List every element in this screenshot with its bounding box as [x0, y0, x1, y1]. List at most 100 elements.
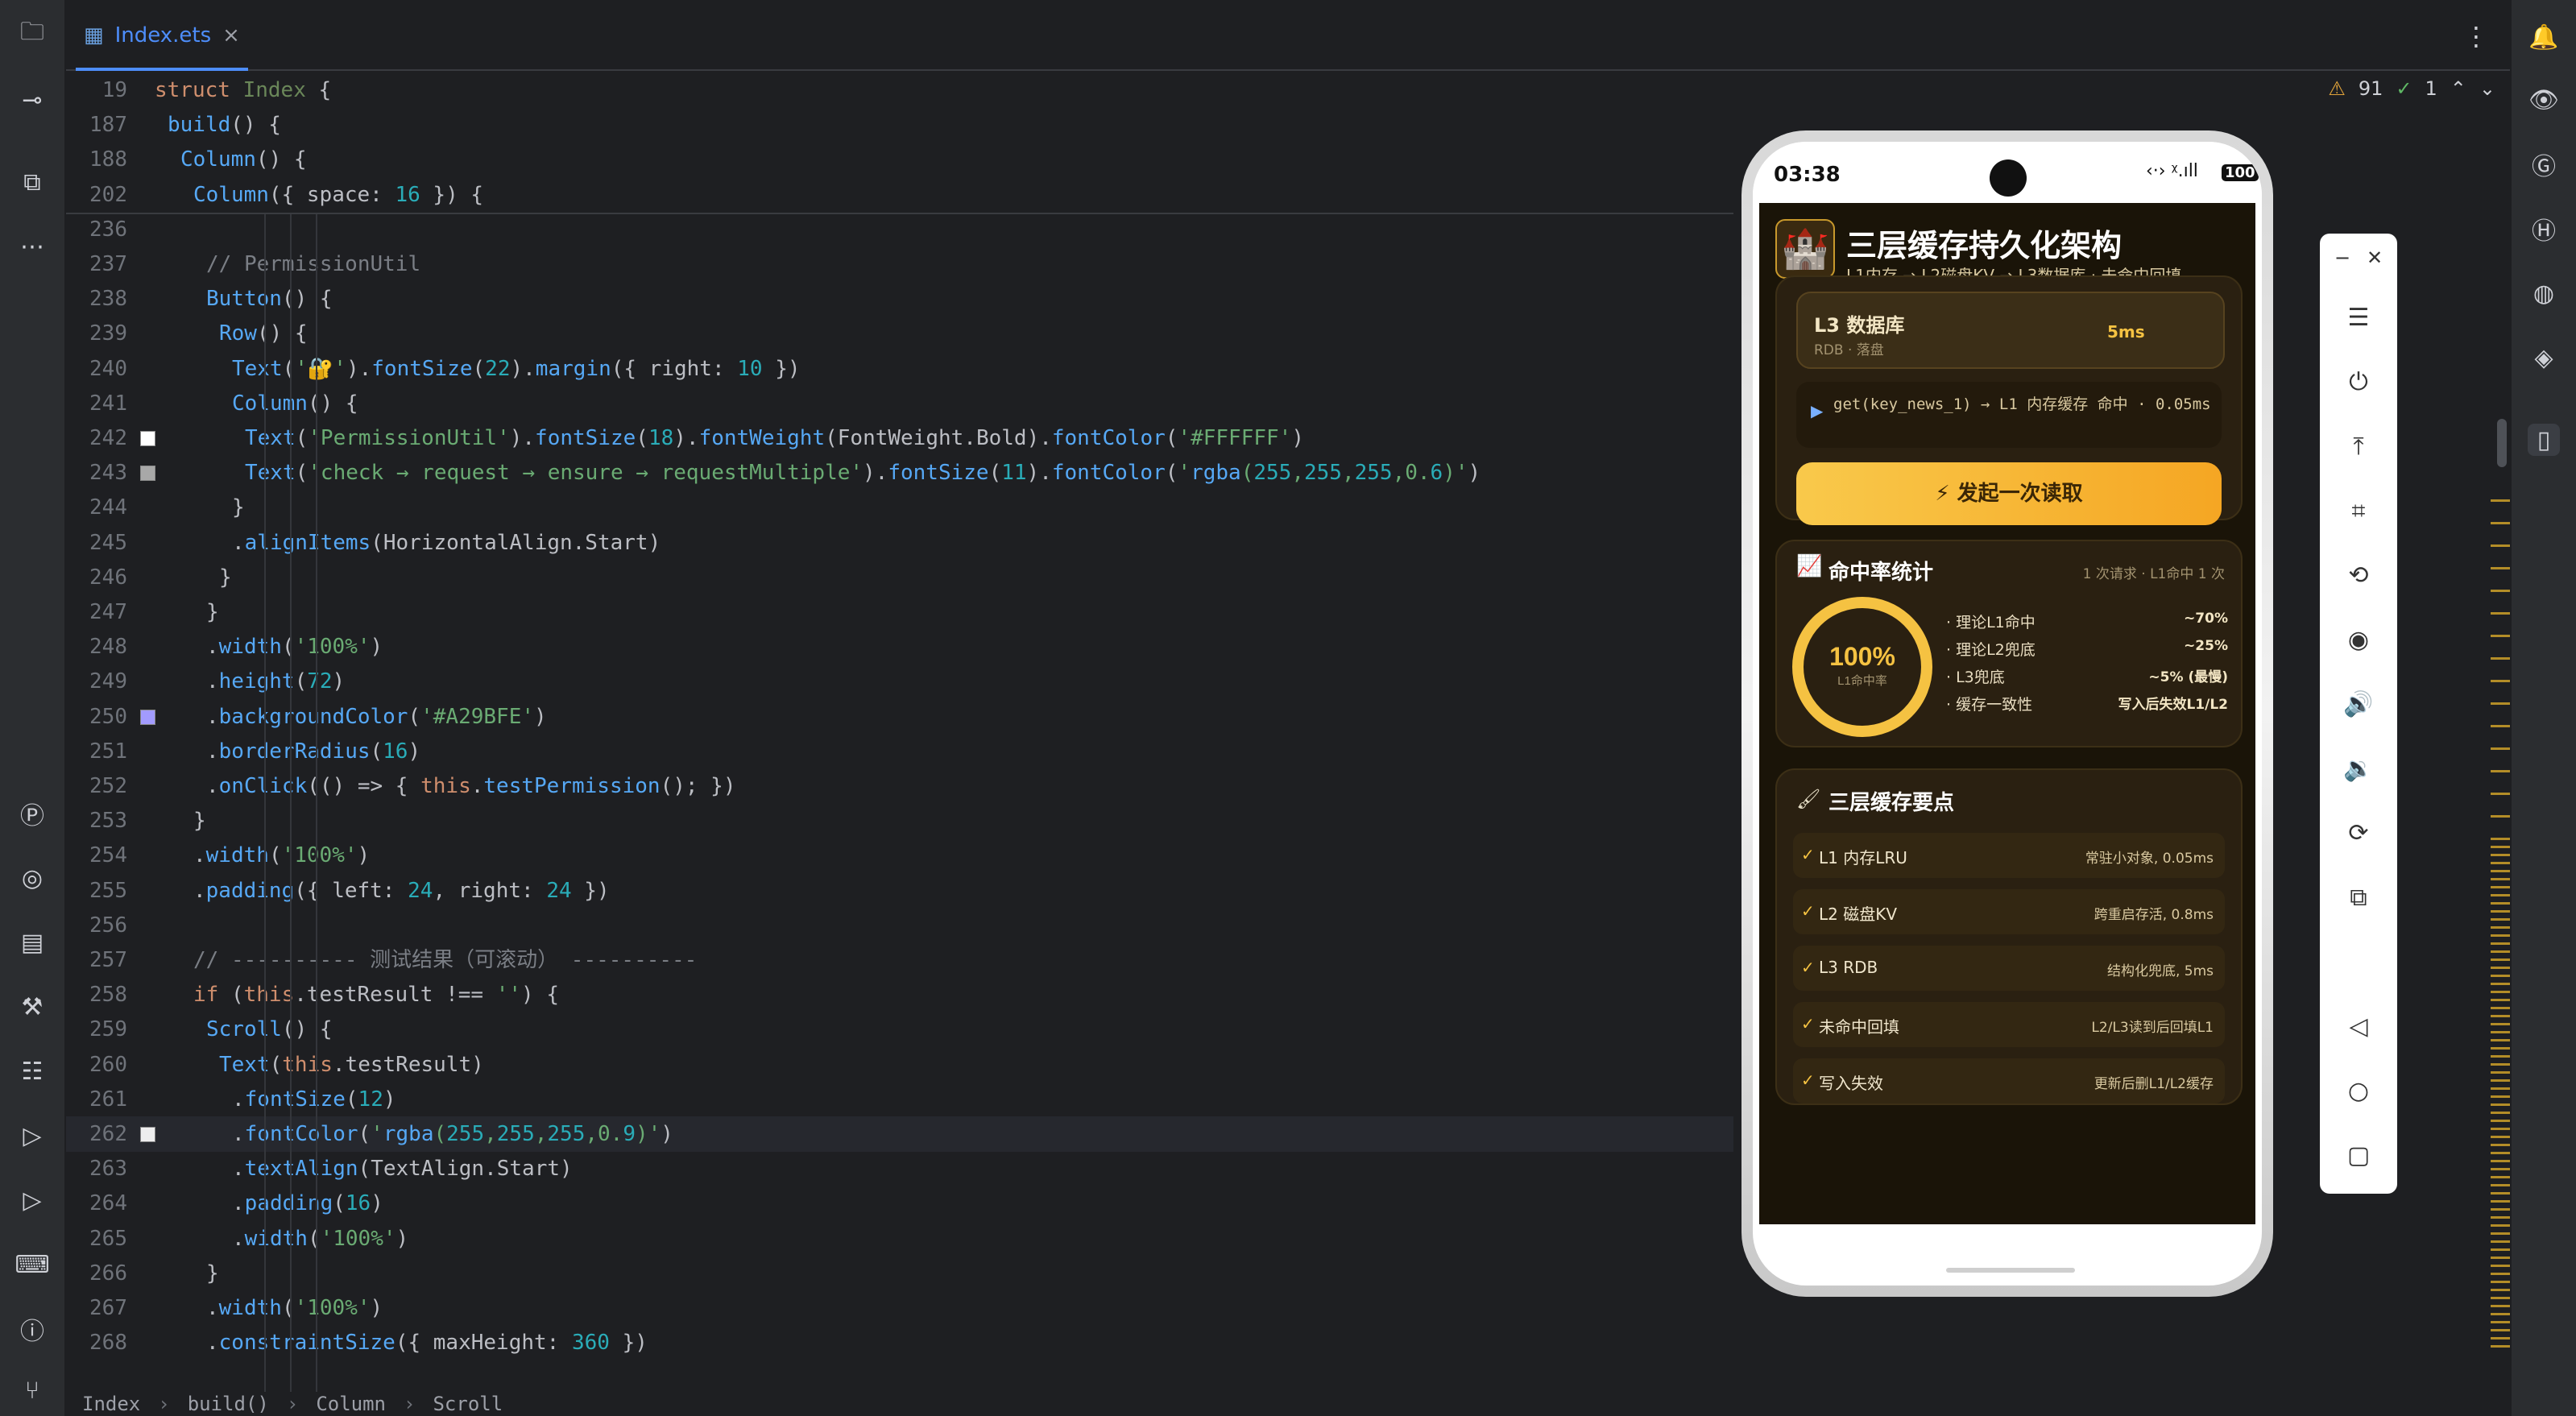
warning-mark[interactable] [2491, 1095, 2512, 1098]
key-point-row[interactable]: ✓ 未命中回填 L2/L3读到后回填L1 [1793, 1002, 2225, 1047]
breadcrumb-item[interactable]: Column [316, 1393, 386, 1415]
warning-mark[interactable] [2491, 1224, 2512, 1227]
warning-mark[interactable] [2491, 1216, 2512, 1219]
plugin-h-icon[interactable]: Ⓗ [2528, 213, 2560, 246]
read-button[interactable]: ⚡ 发起一次读取 [1796, 462, 2222, 525]
warning-mark[interactable] [2491, 958, 2512, 961]
home-indicator[interactable] [1946, 1268, 2075, 1273]
run-icon[interactable]: ▷ [16, 1184, 48, 1216]
l3-row[interactable]: L3 数据库 RDB · 落盘 5ms [1796, 292, 2225, 369]
structure-icon[interactable]: ⧉ [16, 166, 48, 198]
code-line[interactable]: 188 Column() { [66, 142, 1733, 178]
crop-icon[interactable]: ⌗ [2342, 495, 2375, 527]
next-highlight-icon[interactable]: ⌄ [2479, 77, 2495, 100]
back-icon[interactable]: ◁ [2342, 1010, 2375, 1042]
tab-index-ets[interactable]: ▦ Index.ets × [76, 14, 248, 71]
prev-highlight-icon[interactable]: ⌃ [2450, 77, 2466, 100]
warning-mark[interactable] [2491, 870, 2512, 872]
warning-mark[interactable] [2491, 793, 2512, 795]
warning-mark[interactable] [2491, 1071, 2512, 1074]
warning-mark[interactable] [2491, 983, 2512, 985]
warning-mark[interactable] [2491, 991, 2512, 993]
warning-mark[interactable] [2491, 499, 2512, 502]
warning-mark[interactable] [2491, 1329, 2512, 1331]
close-icon[interactable]: × [222, 23, 240, 48]
code-line[interactable]: 19 struct Index { [66, 72, 1733, 108]
warning-mark[interactable] [2491, 1337, 2512, 1339]
color-swatch-icon[interactable] [140, 1127, 155, 1142]
services-icon[interactable]: ▷ [16, 1120, 48, 1152]
warning-mark[interactable] [2491, 894, 2512, 896]
warning-mark[interactable] [2491, 1152, 2512, 1154]
device-manager-icon[interactable]: ▯ [2528, 424, 2560, 456]
warning-mark[interactable] [2491, 522, 2512, 524]
menu-icon[interactable]: ☰ [2342, 301, 2375, 333]
warning-mark[interactable] [2491, 747, 2512, 750]
warning-mark[interactable] [2491, 635, 2512, 637]
plugin-g-icon[interactable]: Ⓖ [2528, 148, 2560, 181]
warning-mark[interactable] [2491, 878, 2512, 880]
multi-screen-icon[interactable]: ⧉ [2342, 881, 2375, 913]
warning-mark[interactable] [2491, 680, 2512, 682]
warning-mark[interactable] [2491, 902, 2512, 905]
tab-more-icon[interactable]: ⋮ [2463, 21, 2489, 52]
todo-icon[interactable]: ☷ [16, 1055, 48, 1087]
warning-mark[interactable] [2491, 934, 2512, 937]
pin-top-icon[interactable]: ⤒ [2342, 430, 2375, 462]
warning-mark[interactable] [2491, 1128, 2512, 1130]
warning-mark[interactable] [2491, 815, 2512, 818]
warning-mark[interactable] [2491, 770, 2512, 772]
preview-eye-icon[interactable]: 👁 [2528, 84, 2560, 116]
color-swatch-icon[interactable] [140, 466, 155, 482]
key-point-row[interactable]: ✓ L1 内存LRU 常驻小对象, 0.05ms [1793, 833, 2225, 878]
breadcrumb-item[interactable]: Scroll [433, 1393, 503, 1415]
breadcrumb-item[interactable]: Index [82, 1393, 140, 1415]
editor-scrollbar[interactable] [2497, 419, 2507, 467]
location-icon[interactable]: ◉ [2342, 623, 2375, 656]
folder-icon[interactable]: 🗀 [16, 18, 48, 50]
warning-mark[interactable] [2491, 918, 2512, 921]
code-line[interactable]: 202 Column({ space: 16 }) { [66, 176, 1733, 213]
volume-up-icon[interactable]: 🔊 [2342, 688, 2375, 720]
warning-mark[interactable] [2491, 702, 2512, 705]
warning-mark[interactable] [2491, 1248, 2512, 1251]
problems-icon[interactable]: ⓘ [16, 1313, 48, 1346]
warning-mark[interactable] [2491, 846, 2512, 848]
warning-mark[interactable] [2491, 862, 2512, 864]
preview-icon[interactable]: ◎ [16, 862, 48, 894]
warning-mark[interactable] [2491, 1079, 2512, 1082]
build-icon[interactable]: ⚒ [16, 991, 48, 1023]
warning-mark[interactable] [2491, 999, 2512, 1001]
warning-mark[interactable] [2491, 725, 2512, 727]
warning-mark[interactable] [2491, 910, 2512, 913]
warning-mark[interactable] [2491, 1297, 2512, 1299]
git-icon[interactable]: ⑂ [16, 1374, 48, 1406]
key-point-row[interactable]: ✓ L2 磁盘KV 跨重启存活, 0.8ms [1793, 889, 2225, 934]
warning-mark[interactable] [2491, 1055, 2512, 1058]
warning-mark[interactable] [2491, 1273, 2512, 1275]
warning-mark[interactable] [2491, 950, 2512, 953]
warning-mark[interactable] [2491, 1120, 2512, 1122]
warning-mark[interactable] [2491, 1257, 2512, 1259]
inspection-widget[interactable]: ⚠ 91 ✓ 1 ⌃ ⌄ [2328, 77, 2495, 100]
warning-mark[interactable] [2491, 1063, 2512, 1066]
warning-mark[interactable] [2491, 1305, 2512, 1307]
rotate-icon[interactable]: ⟲ [2342, 559, 2375, 591]
close-icon[interactable]: ✕ [2359, 242, 2391, 274]
warning-mark[interactable] [2491, 657, 2512, 660]
key-point-row[interactable]: ✓ L3 RDB 结构化兜底, 5ms [1793, 946, 2225, 991]
globe-icon[interactable]: ◍ [2528, 277, 2560, 309]
home-icon[interactable]: ○ [2342, 1074, 2375, 1107]
warning-mark[interactable] [2491, 612, 2512, 615]
plugin-p-icon[interactable]: Ⓟ [16, 797, 48, 830]
warning-mark[interactable] [2491, 1047, 2512, 1050]
warning-mark[interactable] [2491, 838, 2512, 840]
warning-mark[interactable] [2491, 1240, 2512, 1243]
warning-mark[interactable] [2491, 1176, 2512, 1178]
warning-mark[interactable] [2491, 544, 2512, 547]
warning-mark[interactable] [2491, 1112, 2512, 1114]
warning-mark[interactable] [2491, 1289, 2512, 1291]
warning-mark[interactable] [2491, 1232, 2512, 1235]
warning-mark[interactable] [2491, 1087, 2512, 1090]
warning-mark[interactable] [2491, 975, 2512, 977]
